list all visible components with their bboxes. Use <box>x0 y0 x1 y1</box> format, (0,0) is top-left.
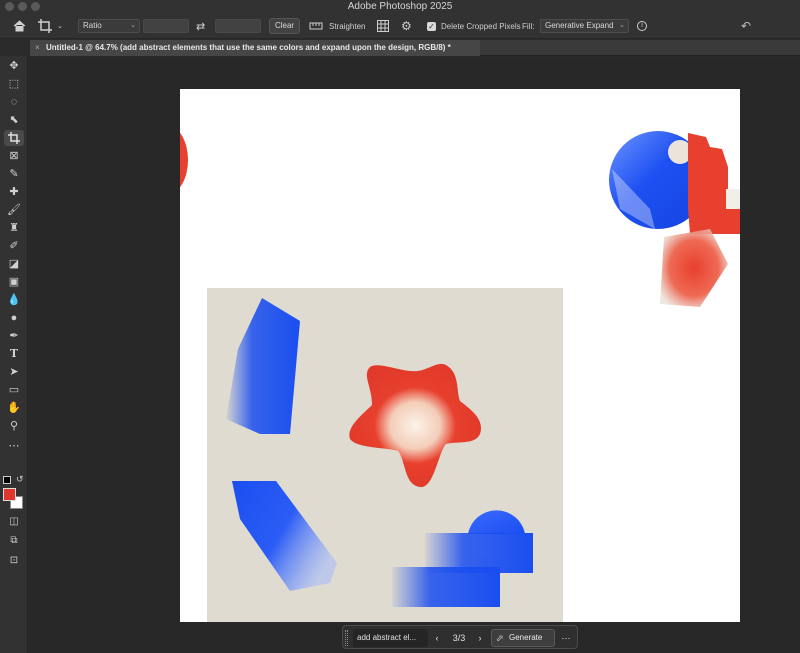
title-bar: Adobe Photoshop 2025 <box>0 0 800 13</box>
rectangle-tool-icon[interactable]: ▭ <box>4 382 24 398</box>
checkmark-icon: ✓ <box>427 21 436 31</box>
path-select-tool-icon[interactable]: ➤ <box>4 364 24 380</box>
history-brush-tool-icon[interactable]: ✐ <box>4 238 24 254</box>
swap-icon[interactable]: ⇄ <box>196 13 208 39</box>
crop-tool-icon <box>38 19 52 33</box>
object-select-tool-icon[interactable]: ⬉ <box>4 112 24 128</box>
zoom-tool-icon[interactable]: ⚲ <box>4 418 24 434</box>
contextual-taskbar: add abstract el... ‹ 3/3 › ⬀ Generate ⋯ <box>342 625 578 649</box>
more-options-icon[interactable]: ⋯ <box>559 626 573 650</box>
default-colors-icon[interactable] <box>3 476 11 484</box>
type-tool-icon[interactable]: T <box>4 346 24 362</box>
lasso-tool-icon[interactable]: ◌ <box>4 94 24 110</box>
app-title: Adobe Photoshop 2025 <box>347 1 453 12</box>
eyedropper-tool-icon[interactable]: ✎ <box>4 166 24 182</box>
generate-button[interactable]: ⬀ Generate <box>491 629 555 647</box>
generate-label: Generate <box>509 633 543 642</box>
crop-tool-icon[interactable] <box>4 130 24 146</box>
chevron-down-icon: ⌄ <box>57 23 63 30</box>
close-tab-icon[interactable]: × <box>35 40 40 56</box>
height-field[interactable] <box>215 19 261 33</box>
blur-tool-icon[interactable]: 💧 <box>4 292 24 308</box>
next-variation-icon[interactable]: › <box>474 626 486 650</box>
more-tools-icon[interactable]: ⋯ <box>4 438 24 454</box>
straighten-label: Straighten <box>329 21 366 31</box>
screen-mode-icon[interactable]: ⧉ <box>4 533 24 549</box>
hand-tool-icon[interactable]: ✋ <box>4 400 24 416</box>
tools-panel: ✥ ⬚ ◌ ⬉ ⊠ ✎ ✚ 🖌 ♜ ✐ ◪ ▣ 💧 ● ✒ T ➤ ▭ ✋ ⚲ … <box>0 56 28 653</box>
drag-handle-icon[interactable] <box>345 630 348 646</box>
straighten-icon <box>309 22 323 30</box>
home-button[interactable] <box>10 13 28 39</box>
clear-button[interactable]: Clear <box>269 18 300 34</box>
options-bar: ⌄ Ratio ⌄ ⇄ Clear Straighten ⚙ ✓ Delete … <box>0 13 800 39</box>
undo-icon[interactable]: ↶ <box>741 13 755 39</box>
previous-variation-icon[interactable]: ‹ <box>431 626 443 650</box>
fill-select-value: Generative Expand <box>545 21 614 30</box>
contextual-taskbar-icon[interactable]: ⊡ <box>4 553 24 569</box>
delete-cropped-pixels-checkbox[interactable]: ✓ Delete Cropped Pixels <box>427 13 527 39</box>
clone-stamp-tool-icon[interactable]: ♜ <box>4 220 24 236</box>
red-blurred-quad-shape <box>660 229 728 307</box>
home-icon <box>13 20 25 32</box>
grid-overlay-button[interactable] <box>377 13 391 39</box>
info-icon: i <box>637 21 647 31</box>
info-button[interactable]: i <box>637 13 649 39</box>
crop-preset-picker[interactable]: ⌄ <box>38 13 66 39</box>
width-field[interactable] <box>143 19 189 33</box>
swap-colors-icon[interactable]: ↺ <box>16 474 24 485</box>
document-tab[interactable]: × Untitled-1 @ 64.7% (add abstract eleme… <box>30 40 480 56</box>
delete-cropped-pixels-label: Delete Cropped Pixels <box>441 21 521 31</box>
prompt-field[interactable]: add abstract el... <box>353 629 428 647</box>
chevron-down-icon: ⌄ <box>619 22 625 29</box>
ratio-select[interactable]: Ratio ⌄ <box>78 19 140 33</box>
variation-counter: 3/3 <box>452 633 466 643</box>
red-block-shape <box>688 133 740 234</box>
fill-label: Fill: <box>522 21 535 31</box>
frame-tool-icon[interactable]: ⊠ <box>4 148 24 164</box>
foreground-color-swatch[interactable] <box>3 488 16 501</box>
eraser-tool-icon[interactable]: ◪ <box>4 256 24 272</box>
grid-overlay-icon <box>377 20 389 32</box>
red-half-circle-shape <box>148 126 188 194</box>
straighten-button[interactable]: Straighten <box>309 13 367 39</box>
healing-brush-tool-icon[interactable]: ✚ <box>4 184 24 200</box>
document-tab-bar: × Untitled-1 @ 64.7% (add abstract eleme… <box>30 40 800 56</box>
artwork <box>148 126 740 622</box>
settings-icon[interactable]: ⚙ <box>401 13 415 39</box>
ratio-select-label: Ratio <box>83 21 102 30</box>
marquee-tool-icon[interactable]: ⬚ <box>4 76 24 92</box>
brush-tool-icon[interactable]: 🖌 <box>4 202 24 218</box>
fill-select[interactable]: Generative Expand ⌄ <box>540 19 629 33</box>
document-canvas[interactable] <box>148 89 740 622</box>
document-tab-title: Untitled-1 @ 64.7% (add abstract element… <box>46 43 451 52</box>
dodge-tool-icon[interactable]: ● <box>4 310 24 326</box>
quick-mask-icon[interactable]: ◫ <box>4 514 24 530</box>
gradient-tool-icon[interactable]: ▣ <box>4 274 24 290</box>
chevron-down-icon: ⌄ <box>130 22 136 29</box>
generate-icon: ⬀ <box>496 633 504 643</box>
pen-tool-icon[interactable]: ✒ <box>4 328 24 344</box>
move-tool-icon[interactable]: ✥ <box>4 58 24 74</box>
